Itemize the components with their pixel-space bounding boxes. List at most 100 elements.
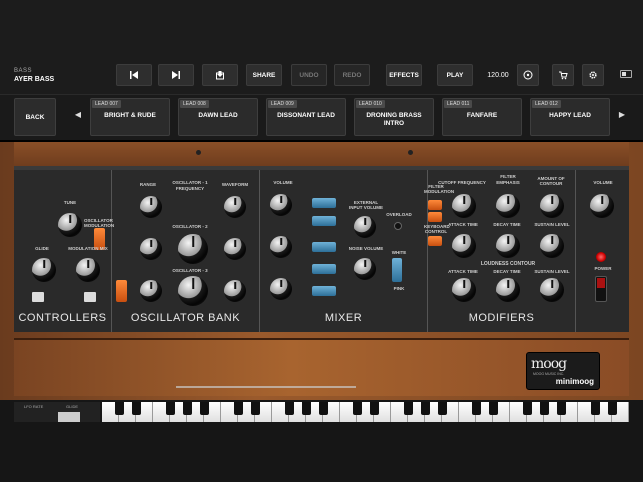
mixer-title: MIXER bbox=[324, 312, 363, 324]
black-key[interactable] bbox=[370, 402, 379, 415]
black-key[interactable] bbox=[251, 402, 260, 415]
keyboard-control-2-switch[interactable] bbox=[428, 236, 442, 246]
mod-mix-knob[interactable] bbox=[76, 258, 100, 282]
filter-decay-knob[interactable] bbox=[496, 234, 520, 258]
sync-button[interactable] bbox=[517, 64, 539, 86]
black-key[interactable] bbox=[183, 402, 192, 415]
osc2-volume-knob[interactable] bbox=[270, 236, 292, 258]
store-button[interactable] bbox=[552, 64, 574, 86]
osc3-frequency-knob[interactable] bbox=[178, 276, 208, 306]
black-key[interactable] bbox=[302, 402, 311, 415]
output-volume-label: VOLUME bbox=[593, 180, 613, 185]
slot-tag: LEAD 009 bbox=[268, 100, 297, 108]
next-preset-button[interactable] bbox=[158, 64, 194, 86]
black-key[interactable] bbox=[404, 402, 413, 415]
noise-volume-knob[interactable] bbox=[354, 258, 376, 280]
black-key[interactable] bbox=[353, 402, 362, 415]
glide-knob[interactable] bbox=[32, 258, 56, 282]
output-volume-knob[interactable] bbox=[590, 194, 614, 218]
black-key[interactable] bbox=[200, 402, 209, 415]
black-key[interactable] bbox=[132, 402, 141, 415]
undo-button[interactable]: UNDO bbox=[291, 64, 327, 86]
black-key[interactable] bbox=[319, 402, 328, 415]
black-key[interactable] bbox=[234, 402, 243, 415]
ext-input-label: EXTERNAL INPUT VOLUME bbox=[348, 200, 383, 210]
osc3-on-switch[interactable] bbox=[312, 286, 336, 296]
black-key[interactable] bbox=[166, 402, 175, 415]
filter-attack-knob[interactable] bbox=[452, 234, 476, 258]
keyboard-control-1-switch[interactable] bbox=[428, 212, 442, 222]
play-button[interactable]: PLAY bbox=[437, 64, 473, 86]
noise-on-switch[interactable] bbox=[312, 264, 336, 274]
effects-button[interactable]: EFFECTS bbox=[386, 64, 422, 86]
emphasis-label: EMPHASIS bbox=[496, 180, 520, 185]
filter-sustain-knob[interactable] bbox=[540, 234, 564, 258]
ext-input-on-switch[interactable] bbox=[312, 216, 336, 226]
white-label: WHITE bbox=[391, 250, 407, 255]
power-switch[interactable] bbox=[595, 276, 607, 302]
black-key[interactable] bbox=[608, 402, 617, 415]
filter-mod-switch[interactable] bbox=[428, 200, 442, 210]
preset-slot[interactable]: LEAD 008 DAWN LEAD bbox=[178, 98, 258, 136]
share-button[interactable]: SHARE bbox=[246, 64, 282, 86]
preset-slot[interactable]: LEAD 009 DISSONANT LEAD bbox=[266, 98, 346, 136]
black-key[interactable] bbox=[285, 402, 294, 415]
ext-input-knob[interactable] bbox=[354, 216, 376, 238]
noise-lfo-switch[interactable] bbox=[84, 292, 96, 302]
preset-slot[interactable]: LEAD 010 DRONING BRASS INTRO bbox=[354, 98, 434, 136]
osc2-waveform-knob[interactable] bbox=[224, 238, 246, 260]
strip-prev-arrow[interactable]: ◀ bbox=[74, 110, 82, 122]
black-key[interactable] bbox=[489, 402, 498, 415]
osc2-on-switch[interactable] bbox=[312, 242, 336, 252]
osc3-waveform-knob[interactable] bbox=[224, 280, 246, 302]
osc3-control-switch[interactable] bbox=[116, 280, 127, 302]
loud-sustain-knob[interactable] bbox=[540, 278, 564, 302]
osc3-range-knob[interactable] bbox=[140, 280, 162, 302]
black-key[interactable] bbox=[523, 402, 532, 415]
osc1-range-knob[interactable] bbox=[140, 196, 162, 218]
osc1-waveform-knob[interactable] bbox=[224, 196, 246, 218]
loud-attack-knob[interactable] bbox=[452, 278, 476, 302]
slot-name: HAPPY LEAD bbox=[549, 112, 591, 119]
keyboard[interactable] bbox=[102, 402, 629, 422]
noise-color-switch[interactable] bbox=[392, 258, 402, 282]
save-preset-button[interactable] bbox=[202, 64, 238, 86]
back-button[interactable]: BACK bbox=[14, 98, 56, 136]
bpm-display[interactable]: 120.00 bbox=[484, 64, 512, 86]
preset-slot[interactable]: LEAD 011 FANFARE bbox=[442, 98, 522, 136]
left-hand-controls: LFO RATE GLIDE bbox=[14, 402, 100, 422]
preset-slot[interactable]: LEAD 007 BRIGHT & RUDE bbox=[90, 98, 170, 136]
redo-button[interactable]: REDO bbox=[334, 64, 370, 86]
black-key[interactable] bbox=[472, 402, 481, 415]
emphasis-knob[interactable] bbox=[496, 194, 520, 218]
osc2-frequency-knob[interactable] bbox=[178, 234, 208, 264]
black-key[interactable] bbox=[438, 402, 447, 415]
power-led bbox=[596, 252, 606, 262]
osc2-range-knob[interactable] bbox=[140, 238, 162, 260]
amount-knob[interactable] bbox=[540, 194, 564, 218]
black-key[interactable] bbox=[557, 402, 566, 415]
filter-mod-label: FILTER MODULATION bbox=[424, 184, 455, 194]
glide-pad[interactable] bbox=[58, 412, 80, 422]
loud-decay-knob[interactable] bbox=[496, 278, 520, 302]
battery-icon bbox=[620, 70, 632, 78]
previous-preset-button[interactable] bbox=[116, 64, 152, 86]
cutoff-knob[interactable] bbox=[452, 194, 476, 218]
black-key[interactable] bbox=[591, 402, 600, 415]
decay-switch[interactable] bbox=[32, 292, 44, 302]
black-key[interactable] bbox=[421, 402, 430, 415]
preset-slot[interactable]: LEAD 012 HAPPY LEAD bbox=[530, 98, 610, 136]
tune-knob[interactable] bbox=[58, 213, 82, 237]
logo-brand: moog bbox=[531, 356, 567, 372]
settings-button[interactable] bbox=[582, 64, 604, 86]
loud-attack-label: ATTACK TIME bbox=[448, 269, 478, 274]
black-key[interactable] bbox=[540, 402, 549, 415]
osc1-on-switch[interactable] bbox=[312, 198, 336, 208]
preset-name[interactable]: AYER BASS bbox=[14, 76, 54, 83]
oscillator-bank-section: RANGE OSCILLATOR - 1 FREQUENCY WAVEFORM … bbox=[112, 170, 260, 332]
osc3-volume-knob[interactable] bbox=[270, 278, 292, 300]
black-key[interactable] bbox=[115, 402, 124, 415]
loudness-contour-label: LOUDNESS CONTOUR bbox=[480, 261, 536, 267]
strip-next-arrow[interactable]: ▶ bbox=[618, 110, 626, 122]
osc1-volume-knob[interactable] bbox=[270, 194, 292, 216]
